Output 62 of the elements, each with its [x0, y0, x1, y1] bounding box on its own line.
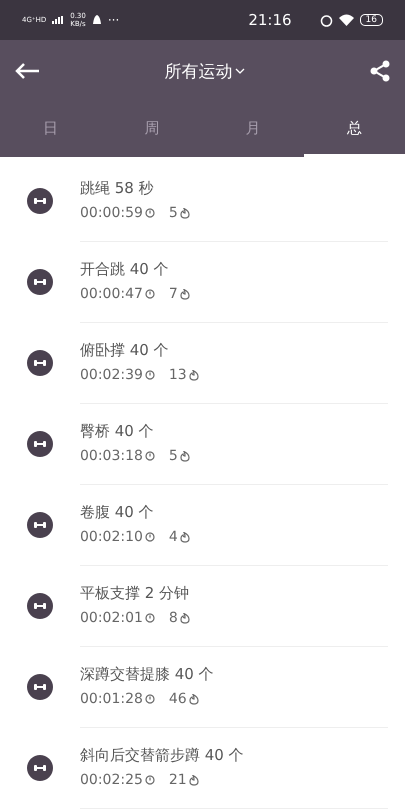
clock-icon	[144, 451, 155, 461]
clock-icon	[144, 532, 155, 542]
duration: 00:02:25	[80, 772, 143, 788]
clock-icon	[144, 775, 155, 785]
period-tab[interactable]: 月	[202, 102, 304, 157]
bell-icon	[92, 14, 102, 26]
dumbbell-icon	[27, 350, 53, 376]
clock: 21:16	[248, 11, 292, 29]
duration: 00:01:28	[80, 691, 143, 707]
flame-icon	[180, 208, 190, 218]
dumbbell-icon	[27, 430, 53, 456]
flame-icon	[180, 288, 190, 300]
back-arrow-icon[interactable]	[14, 62, 40, 80]
workout-name: 卷腹 40 个	[80, 503, 155, 522]
share-icon[interactable]	[369, 60, 391, 82]
workout-name: 俯卧撑 40 个	[80, 341, 170, 360]
signal-icon	[52, 16, 64, 24]
page-title[interactable]: 所有运动	[164, 60, 244, 82]
flame-icon	[188, 694, 199, 704]
dumbbell-icon	[27, 512, 53, 538]
flame-icon	[180, 450, 190, 462]
duration: 00:00:59	[80, 205, 143, 221]
dumbbell-icon	[27, 188, 53, 214]
workout-name: 平板支撑 2 分钟	[80, 584, 190, 603]
clock-icon	[144, 370, 155, 380]
dumbbell-icon	[27, 268, 53, 294]
duration: 00:03:18	[80, 448, 143, 464]
duration: 00:02:10	[80, 529, 143, 545]
flame-icon	[188, 370, 199, 380]
calories: 13	[168, 367, 187, 383]
calories: 21	[168, 772, 187, 788]
dumbbell-icon	[27, 592, 53, 618]
battery-level: 16	[360, 14, 383, 26]
calories: 8	[168, 610, 178, 626]
workout-name: 深蹲交替提膝 40 个	[80, 665, 215, 684]
calories: 7	[168, 286, 178, 302]
clock-icon	[144, 208, 155, 218]
calories: 5	[168, 448, 178, 464]
workout-name: 跳绳 58 秒	[80, 179, 155, 198]
duration: 00:02:39	[80, 367, 143, 383]
calories: 5	[168, 205, 178, 221]
workout-name: 开合跳 40 个	[80, 260, 170, 279]
dumbbell-icon	[27, 754, 53, 780]
flame-icon	[188, 774, 199, 786]
duration: 00:00:47	[80, 286, 143, 302]
wifi-icon	[338, 14, 354, 26]
duration: 00:02:01	[80, 610, 143, 626]
chevron-down-icon	[234, 68, 244, 74]
flame-icon	[180, 612, 190, 624]
dumbbell-icon	[27, 674, 53, 700]
clock-icon	[144, 613, 155, 623]
more-indicator: ···	[108, 16, 120, 24]
workout-name: 臀桥 40 个	[80, 422, 155, 441]
flame-icon	[180, 532, 190, 542]
calories: 46	[168, 691, 187, 707]
period-tab[interactable]: 周	[101, 102, 202, 157]
period-tab[interactable]: 总	[304, 102, 405, 157]
calories: 4	[168, 529, 178, 545]
period-tab[interactable]: 日	[0, 102, 102, 157]
clock-icon	[144, 289, 155, 299]
workout-name: 斜向后交替箭步蹲 40 个	[80, 746, 245, 765]
clock-icon	[144, 694, 155, 704]
